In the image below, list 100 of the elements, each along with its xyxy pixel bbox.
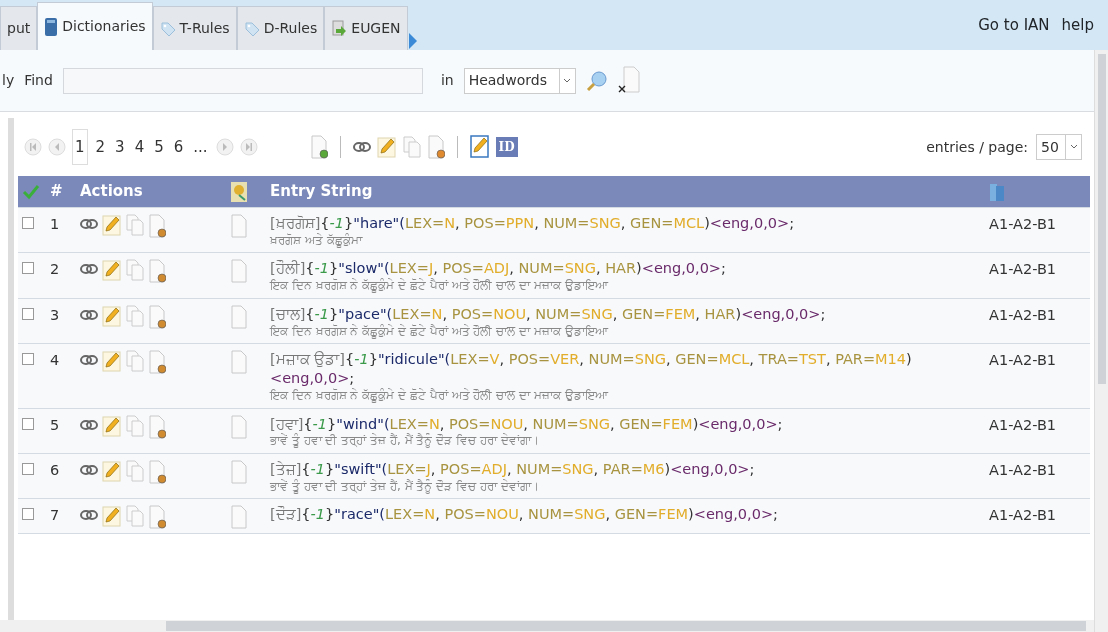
row-number: 3: [50, 306, 60, 323]
delete-document-icon[interactable]: [148, 304, 166, 329]
page-size-dropdown[interactable]: 50: [1036, 134, 1082, 160]
search-field-dropdown[interactable]: Headwords: [463, 67, 576, 94]
level-text: A1-A2-B1: [989, 352, 1057, 369]
row-checkbox[interactable]: [22, 262, 34, 275]
level-text: A1-A2-B1: [989, 216, 1057, 232]
column-header: #: [50, 182, 63, 201]
page-link[interactable]: 6: [171, 135, 186, 159]
row-number: 6: [50, 462, 60, 479]
row-checkbox[interactable]: [22, 217, 34, 229]
next-page-icon[interactable]: [215, 138, 234, 156]
pencil-icon[interactable]: [102, 214, 122, 236]
example-sentence: ਇਕ ਦਿਨ ਖ਼ਰਗੋਸ਼ ਨੇ ਕੱਛੂਕੁੰਮੇ ਦੇ ਛੋਟੇ ਪੈਰਾਂ ਅਤੇ ਹੌਲੀ ਚਾਲ ਦਾ ਮਜ਼ਾਕ ਉਡਾਇਆ: [270, 278, 610, 294]
link-icon[interactable]: [80, 218, 98, 230]
horizontal-scrollbar[interactable]: [0, 620, 1094, 632]
column-header: Entry String: [270, 182, 373, 201]
clear-document-icon[interactable]: [617, 65, 640, 96]
link-icon[interactable]: [80, 308, 98, 321]
vertical-scrollbar[interactable]: [1094, 50, 1108, 632]
row-checkbox[interactable]: [22, 307, 34, 320]
row-checkbox[interactable]: [22, 463, 34, 476]
entry-string: [ਦੌੜ]{-1}"race"(LEX=N, POS=NOU, NUM=SNG, GEN=FEM)<eng,0,0>;: [270, 505, 779, 525]
books-icon: [989, 181, 1005, 202]
row-checkbox[interactable]: [22, 417, 34, 430]
book-icon: [44, 16, 59, 37]
tag-icon: [243, 20, 260, 37]
delete-document-icon[interactable]: [148, 350, 166, 375]
in-label: in: [440, 71, 454, 90]
tab[interactable]: D-Rules: [236, 6, 325, 50]
row-checkbox[interactable]: [22, 508, 34, 521]
pencil-icon[interactable]: [102, 505, 122, 528]
entry-string: [ਚਾਲ]{-1}"pace"(LEX=N, POS=NOU, NUM=SNG, GEN=FEM, HAR)<eng,0,0>;: [270, 304, 827, 324]
tab[interactable]: T-Rules: [152, 6, 237, 50]
chevron-down-icon: [1069, 144, 1078, 150]
link-icon[interactable]: [80, 418, 98, 431]
chevron-down-icon: [563, 77, 572, 84]
search-icon[interactable]: [585, 69, 608, 92]
pencil-icon[interactable]: [102, 259, 122, 282]
id-button[interactable]: ID: [495, 137, 518, 157]
entry-string: [ਹੌਲੀ]{-1}"slow"(LEX=J, POS=ADJ, NUM=SNG, HAR)<eng,0,0>;: [270, 259, 727, 278]
new-document-icon[interactable]: [309, 135, 328, 159]
tab[interactable]: put: [0, 6, 38, 50]
example-sentence: ਭਾਵੇਂ ਤੂੰ ਹਵਾ ਦੀ ਤਰ੍ਹਾਂ ਤੇਜ਼ ਹੈਂ, ਮੈਂ ਤੈਨੂੰ ਦੌੜ ਵਿਚ ਹਰਾ ਦੇਵਾਂਗਾ।: [270, 433, 540, 450]
delete-document-icon[interactable]: [426, 135, 445, 159]
find-label: Find: [24, 71, 53, 90]
previous-page-icon[interactable]: [48, 138, 66, 156]
page-link[interactable]: 4: [132, 135, 147, 159]
entry-string: [ਤੇਜ਼]{-1}"swift"(LEX=J, POS=ADJ, NUM=SNG, PAR=M6)<eng,0,0>;: [270, 460, 756, 479]
row-number: 7: [50, 507, 60, 524]
page-link[interactable]: 1: [72, 128, 88, 166]
pencil-icon[interactable]: [102, 304, 122, 327]
delete-document-icon[interactable]: [148, 505, 166, 530]
edit-document-icon[interactable]: [469, 135, 490, 159]
delete-document-icon[interactable]: [148, 460, 166, 485]
header-link[interactable]: help: [1061, 13, 1094, 37]
page-link[interactable]: 2: [93, 135, 108, 159]
row-number: 5: [50, 416, 60, 433]
level-text: A1-A2-B1: [989, 306, 1057, 323]
copy-icon[interactable]: [402, 136, 421, 158]
example-sentence: ਭਾਵੇਂ ਤੂੰ ਹਵਾ ਦੀ ਤਰ੍ਹਾਂ ਤੇਜ਼ ਹੈਂ, ਮੈਂ ਤੈਨੂੰ ਦੌੜ ਵਿਚ ਹਰਾ ਦੇਵਾਂਗਾ।: [270, 478, 540, 495]
pencil-icon[interactable]: [102, 460, 122, 483]
check-all-icon[interactable]: [22, 183, 40, 200]
example-sentence: ਇਕ ਦਿਨ ਖ਼ਰਗੋਸ਼ ਨੇ ਕੱਛੂਕੁੰਮੇ ਦੇ ਛੋਟੇ ਪੈਰਾਂ ਅਤੇ ਹੌਲੀ ਚਾਲ ਦਾ ਮਜ਼ਾਕ ਉਡਾਇਆ: [270, 323, 610, 340]
link-icon[interactable]: [80, 354, 98, 367]
entry-string: [ਹਵਾ]{-1}"wind"(LEX=N, POS=NOU, NUM=SNG, GEN=FEM)<eng,0,0>;: [270, 414, 784, 433]
level-text: A1-A2-B1: [989, 462, 1057, 479]
delete-document-icon[interactable]: [148, 414, 166, 439]
arrow-document-icon: [331, 19, 348, 38]
row-number: 1: [50, 216, 60, 232]
link-icon[interactable]: [80, 263, 98, 276]
more-pages: ...: [192, 136, 209, 158]
last-page-icon[interactable]: [239, 138, 258, 156]
field-label: ly: [2, 71, 15, 90]
delete-document-icon[interactable]: [148, 214, 166, 238]
page-size-label: entries / page:: [926, 137, 1028, 157]
pencil-icon[interactable]: [376, 136, 397, 158]
tab[interactable]: Dictionaries: [37, 2, 153, 50]
row-checkbox[interactable]: [22, 353, 34, 366]
link-icon[interactable]: [352, 141, 371, 153]
tag-icon: [159, 20, 176, 37]
row-number: 2: [50, 261, 60, 278]
first-page-icon[interactable]: [24, 138, 42, 156]
pencil-icon[interactable]: [102, 350, 122, 373]
search-field[interactable]: [62, 67, 423, 94]
column-header: Actions: [80, 182, 143, 201]
entry-string: [ਮਜ਼ਾਕ ਉਡਾ]{-1}"ridicule"(LEX=V, POS=VER, NUM=SNG, GEN=MCL, TRA=TST, PAR=M14) <eng,0,0>;: [270, 350, 913, 388]
page-link[interactable]: 3: [113, 135, 127, 159]
level-text: A1-A2-B1: [989, 416, 1057, 433]
link-icon[interactable]: [80, 509, 98, 522]
delete-document-icon[interactable]: [148, 259, 166, 284]
header-link[interactable]: Go to IAN: [978, 13, 1050, 37]
level-text: A1-A2-B1: [989, 261, 1057, 278]
example-sentence: ਇਕ ਦਿਨ ਖ਼ਰਗੋਸ਼ ਨੇ ਕੱਛੂਕੁੰਮੇ ਦੇ ਛੋਟੇ ਪੈਰਾਂ ਅਤੇ ਹੌਲੀ ਚਾਲ ਦਾ ਮਜ਼ਾਕ ਉਡਾਇਆ: [270, 388, 610, 404]
link-icon[interactable]: [80, 464, 98, 477]
pencil-icon[interactable]: [102, 414, 122, 437]
page-link[interactable]: 5: [152, 135, 166, 159]
entry-string: [ਖ਼ਰਗੋਸ਼]{-1}"hare"(LEX=N, POS=PPN, NUM=SNG, GEN=MCL)<eng,0,0>;: [270, 214, 795, 233]
tab[interactable]: EUGEN: [324, 6, 408, 50]
example-sentence: ਖ਼ਰਗੋਸ਼ ਅਤੇ ਕੱਛੂਕੁੰਮਾ: [270, 232, 364, 249]
